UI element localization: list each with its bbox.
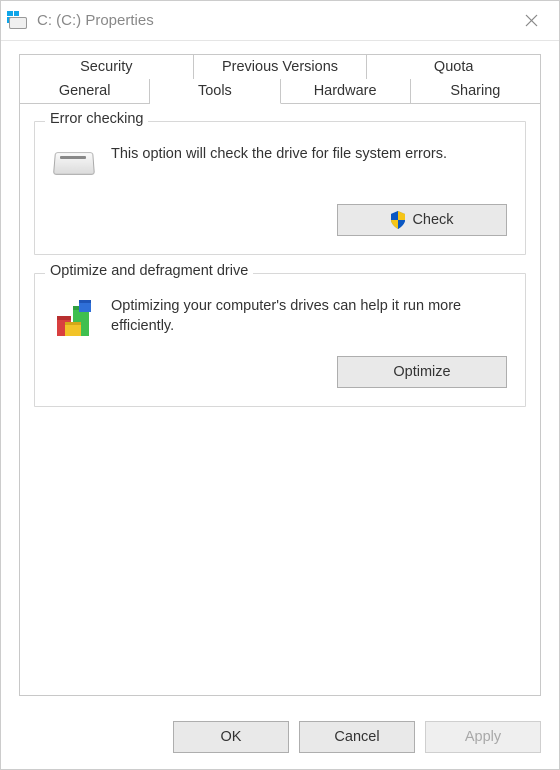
tab-tools[interactable]: Tools (150, 79, 280, 104)
window-title: C: (C:) Properties (37, 12, 511, 29)
tab-strip: Security Previous Versions Quota General… (19, 54, 541, 104)
cancel-button[interactable]: Cancel (299, 721, 415, 753)
optimize-description: Optimizing your computer's drives can he… (111, 296, 507, 337)
tab-hardware[interactable]: Hardware (281, 79, 411, 104)
tab-quota[interactable]: Quota (367, 54, 541, 79)
optimize-title: Optimize and defragment drive (45, 263, 253, 279)
properties-dialog: C: (C:) Properties Security Previous Ver… (0, 0, 560, 770)
titlebar: C: (C:) Properties (1, 1, 559, 41)
tab-security[interactable]: Security (19, 54, 194, 79)
dialog-footer: OK Cancel Apply (1, 709, 559, 769)
tab-previous-versions[interactable]: Previous Versions (194, 54, 368, 79)
optimize-button[interactable]: Optimize (337, 356, 507, 388)
disk-drive-icon (53, 144, 97, 188)
drive-icon (9, 13, 29, 29)
apply-button: Apply (425, 721, 541, 753)
apply-button-label: Apply (465, 729, 501, 745)
optimize-group: Optimize and defragment drive (34, 273, 526, 407)
ok-button[interactable]: OK (173, 721, 289, 753)
tools-panel: Error checking This option will check th… (19, 103, 541, 696)
error-checking-description: This option will check the drive for fil… (111, 144, 447, 164)
error-checking-group: Error checking This option will check th… (34, 121, 526, 255)
check-button[interactable]: Check (337, 204, 507, 236)
check-button-label: Check (412, 212, 453, 228)
optimize-button-label: Optimize (393, 364, 450, 380)
defrag-icon (53, 296, 97, 340)
ok-button-label: OK (221, 729, 242, 745)
cancel-button-label: Cancel (334, 729, 379, 745)
dialog-content: Security Previous Versions Quota General… (1, 41, 559, 709)
close-button[interactable] (511, 1, 551, 41)
tab-sharing[interactable]: Sharing (411, 79, 541, 104)
tab-general[interactable]: General (19, 79, 150, 104)
error-checking-title: Error checking (45, 111, 148, 127)
shield-icon (390, 211, 406, 229)
